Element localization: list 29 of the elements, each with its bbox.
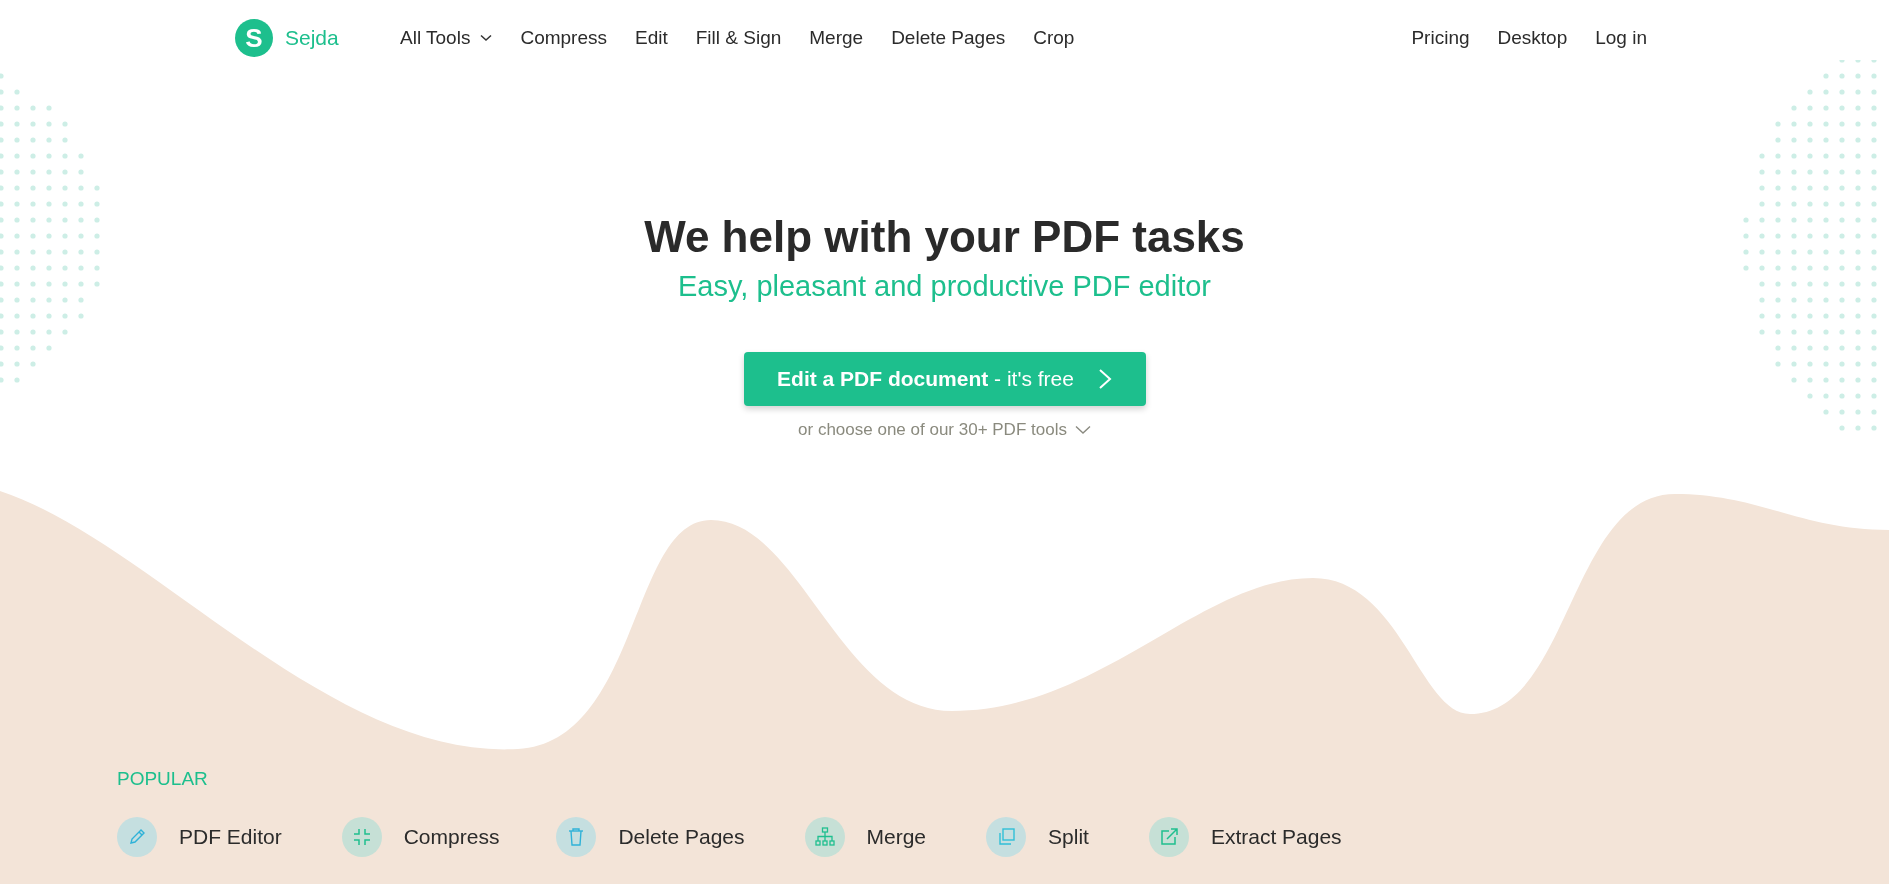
trash-icon xyxy=(556,817,597,857)
nav-link[interactable]: Edit xyxy=(635,27,668,49)
chevron-down-icon xyxy=(1074,425,1091,435)
tool-link[interactable]: Merge xyxy=(804,817,927,857)
hero-subtitle: Easy, pleasant and productive PDF editor xyxy=(678,269,1211,304)
sitemap-icon xyxy=(804,817,845,857)
nav-link[interactable]: Desktop xyxy=(1497,27,1568,49)
more-tools-link[interactable]: or choose one of our 30+ PDF tools xyxy=(798,420,1091,440)
compress-icon xyxy=(341,817,382,857)
nav-link[interactable]: Delete Pages xyxy=(891,27,1006,49)
nav-link[interactable]: Pricing xyxy=(1411,27,1470,49)
tool-link[interactable]: PDF Editor xyxy=(117,817,282,857)
nav-link[interactable]: Fill & Sign xyxy=(695,27,782,49)
nav-link[interactable]: Crop xyxy=(1033,27,1075,49)
external-link-icon xyxy=(1148,817,1189,857)
tool-link[interactable]: Compress xyxy=(341,817,500,857)
copy-icon xyxy=(986,817,1027,857)
caret-icon xyxy=(480,34,493,42)
hero-title: We help with your PDF tasks xyxy=(644,211,1245,263)
nav-link[interactable]: All Tools xyxy=(400,27,493,49)
nav-link[interactable]: Merge xyxy=(809,27,864,49)
nav-link[interactable]: Compress xyxy=(520,27,607,49)
nav-link[interactable]: Log in xyxy=(1595,27,1647,49)
tool-link[interactable]: Extract Pages xyxy=(1148,817,1342,857)
tool-link[interactable]: Delete Pages xyxy=(556,817,745,857)
section-heading: POPULAR xyxy=(117,768,209,790)
pencil-icon xyxy=(117,817,157,857)
tool-link[interactable]: Split xyxy=(986,817,1089,857)
chevron-right-icon xyxy=(1097,368,1112,390)
